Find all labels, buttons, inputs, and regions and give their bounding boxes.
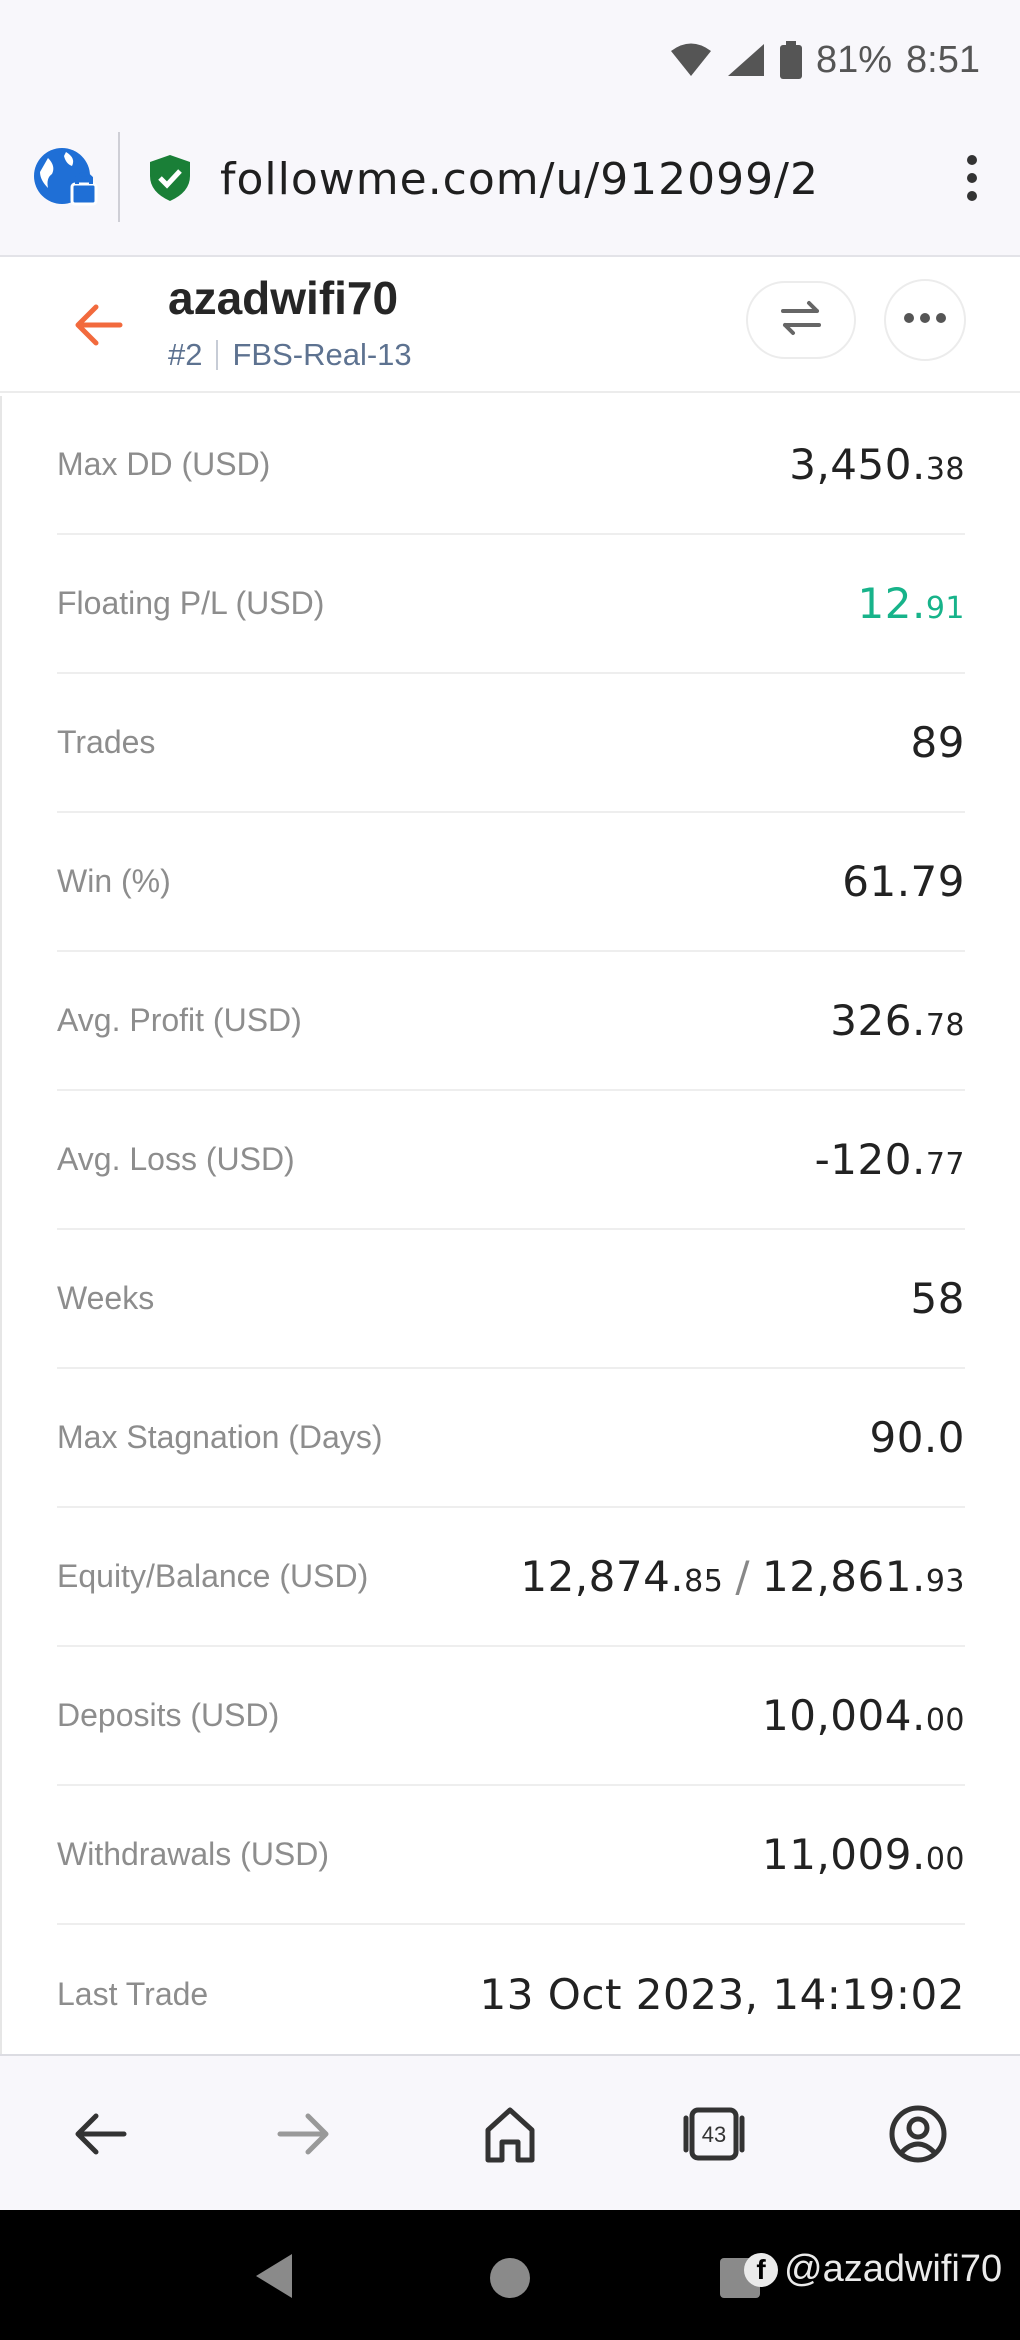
- stat-row-floating-pl: Floating P/L (USD) 12.91: [57, 535, 965, 674]
- shield-check-icon[interactable]: [148, 154, 192, 202]
- nav-back-icon[interactable]: [64, 2098, 136, 2170]
- stat-value: 12.91: [857, 579, 965, 628]
- content-edge: [0, 396, 2, 2054]
- stat-label: Max Stagnation (Days): [57, 1419, 383, 1455]
- stat-row-trades: Trades 89: [57, 674, 965, 813]
- stat-label: Win (%): [57, 863, 171, 899]
- stat-value: 58: [910, 1274, 965, 1323]
- battery-icon: [779, 41, 802, 79]
- profile-header: azadwifi70 #2 FBS-Real-13: [0, 257, 1020, 393]
- url-bar[interactable]: followme.com/u/912099/2: [220, 154, 819, 205]
- battery-percent: 81%: [815, 38, 893, 81]
- kebab-menu-icon[interactable]: [946, 150, 998, 206]
- stat-label: Deposits (USD): [57, 1697, 280, 1733]
- stat-value: 13 Oct 2023, 14:19:02: [479, 1970, 965, 2019]
- stat-value: 12,874.85/12,861.93: [520, 1552, 965, 1601]
- wifi-icon: [670, 42, 712, 78]
- tabs-icon[interactable]: 43: [678, 2098, 750, 2170]
- account-server: FBS-Real-13: [232, 337, 412, 372]
- svg-text:43: 43: [702, 2122, 726, 2147]
- stat-label: Trades: [57, 724, 156, 760]
- stat-label: Max DD (USD): [57, 446, 271, 482]
- swap-button[interactable]: [746, 281, 856, 359]
- stats-list: Max DD (USD) 3,450.38 Floating P/L (USD)…: [0, 396, 1020, 2054]
- home-icon[interactable]: [474, 2098, 546, 2170]
- stat-value: -120.77: [814, 1135, 965, 1184]
- separator: [216, 340, 219, 370]
- stat-value: 10,004.00: [762, 1691, 965, 1740]
- stat-label: Equity/Balance (USD): [57, 1558, 369, 1594]
- toolbar-divider: [118, 132, 120, 222]
- stat-row-avg-loss: Avg. Loss (USD) -120.77: [57, 1091, 965, 1230]
- stat-value: 11,009.00: [762, 1830, 965, 1879]
- stat-row-max-stagnation: Max Stagnation (Days) 90.0: [57, 1369, 965, 1508]
- status-indicators: 81% 8:51: [670, 34, 980, 86]
- stat-row-withdrawals: Withdrawals (USD) 11,009.00: [57, 1786, 965, 1925]
- facebook-icon: f: [744, 2252, 778, 2287]
- system-nav-bar: f @azadwifi70: [0, 2210, 1020, 2340]
- stat-label: Floating P/L (USD): [57, 585, 325, 621]
- stat-value: 61.79: [842, 857, 965, 906]
- system-back-icon[interactable]: [254, 2252, 294, 2305]
- stat-row-win: Win (%) 61.79: [57, 813, 965, 952]
- signal-icon: [726, 42, 766, 78]
- browser-toolbar: followme.com/u/912099/2: [0, 120, 1020, 257]
- stat-value: 90.0: [869, 1413, 965, 1462]
- stat-label: Weeks: [57, 1280, 155, 1316]
- username: azadwifi70: [168, 272, 399, 324]
- browser-bottom-nav: 43: [0, 2054, 1020, 2212]
- stat-row-max-dd: Max DD (USD) 3,450.38: [57, 396, 965, 535]
- stat-row-avg-profit: Avg. Profit (USD) 326.78: [57, 952, 965, 1091]
- stat-value: 3,450.38: [789, 440, 965, 489]
- system-home-icon[interactable]: [490, 2258, 530, 2298]
- watermark-text: @azadwifi70: [784, 2248, 1003, 2290]
- clock: 8:51: [906, 38, 980, 81]
- globe-lock-icon[interactable]: [32, 144, 100, 212]
- stat-value: 326.78: [830, 996, 965, 1045]
- stat-value: 89: [910, 718, 965, 767]
- more-icon: [903, 311, 947, 329]
- stat-row-weeks: Weeks 58: [57, 1230, 965, 1369]
- stat-label: Avg. Loss (USD): [57, 1141, 295, 1177]
- rank: #2: [168, 337, 203, 372]
- stat-label: Avg. Profit (USD): [57, 1002, 302, 1038]
- account-icon[interactable]: [882, 2098, 954, 2170]
- stat-row-equity-balance: Equity/Balance (USD) 12,874.85/12,861.93: [57, 1508, 965, 1647]
- stat-label: Last Trade: [57, 1976, 209, 2012]
- status-bar: 81% 8:51: [0, 0, 1020, 120]
- nav-forward-icon[interactable]: [268, 2098, 340, 2170]
- watermark: f @azadwifi70: [744, 2248, 1002, 2291]
- swap-icon: [779, 300, 823, 341]
- more-button[interactable]: [884, 279, 966, 361]
- stat-row-deposits: Deposits (USD) 10,004.00: [57, 1647, 965, 1786]
- stat-row-last-trade: Last Trade 13 Oct 2023, 14:19:02: [57, 1925, 965, 2064]
- account-info: #2 FBS-Real-13: [168, 337, 412, 373]
- stat-label: Withdrawals (USD): [57, 1836, 330, 1872]
- back-arrow-icon[interactable]: [70, 297, 126, 353]
